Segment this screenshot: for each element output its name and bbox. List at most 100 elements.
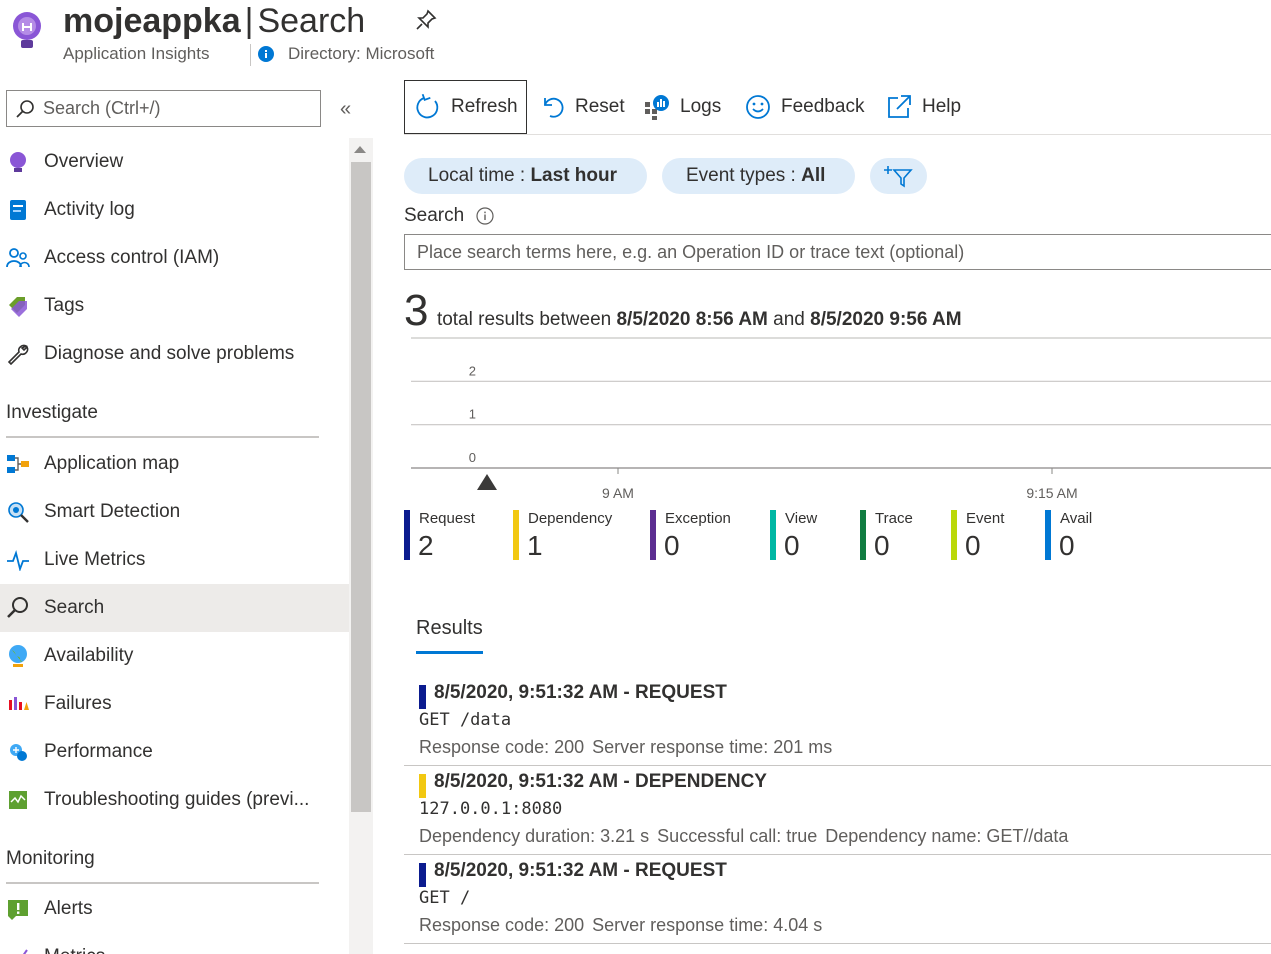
result-detail: Successful call: true xyxy=(657,826,818,846)
results-summary: 3 total results between 8/5/2020 8:56 AM… xyxy=(404,286,962,336)
legend-color-bar xyxy=(404,510,410,560)
info-icon[interactable] xyxy=(476,207,494,225)
legend-count: 0 xyxy=(965,530,981,561)
group-divider xyxy=(6,436,319,438)
failures-icon xyxy=(6,692,30,716)
globe-icon xyxy=(6,644,30,668)
title-separator: | xyxy=(244,2,254,40)
refresh-button[interactable]: Refresh xyxy=(404,80,527,134)
result-target: GET /data xyxy=(419,710,512,730)
sidebar-item-performance[interactable]: Performance xyxy=(0,728,349,776)
undo-icon xyxy=(544,97,564,118)
legend-label: Avail xyxy=(1060,510,1093,527)
sidebar-item-label: Metrics xyxy=(44,946,105,954)
sidebar-item-diagnose[interactable]: Diagnose and solve problems xyxy=(0,330,349,378)
tab-results-underline xyxy=(416,651,483,654)
sidebar-item-metrics[interactable]: Metrics xyxy=(0,933,349,954)
time-marker-icon xyxy=(477,474,497,490)
refresh-icon xyxy=(416,94,439,119)
metrics-icon xyxy=(6,945,30,954)
search-label: Search xyxy=(404,205,465,226)
sidebar-item-access-control[interactable]: Access control (IAM) xyxy=(0,234,349,282)
y-tick-label: 3 xyxy=(469,334,476,335)
legend-color-bar xyxy=(770,510,776,560)
result-target: GET / xyxy=(419,888,471,908)
results-count: 3 xyxy=(404,286,429,335)
sidebar-item-live-metrics[interactable]: Live Metrics xyxy=(0,536,349,584)
collapse-sidebar-button[interactable]: « xyxy=(340,98,360,120)
logs-button[interactable]: Logs xyxy=(644,80,721,134)
tab-results[interactable]: Results xyxy=(416,617,483,640)
legend-count: 1 xyxy=(527,530,543,561)
add-filter-icon xyxy=(883,166,913,188)
legend-color-bar xyxy=(650,510,656,560)
sidebar-item-troubleshooting-guides[interactable]: Troubleshooting guides (previ... xyxy=(0,776,349,824)
search-terms-input[interactable] xyxy=(404,234,1271,270)
result-divider xyxy=(404,765,1271,766)
sidebar-item-label: Application map xyxy=(44,453,180,474)
sidebar-search-placeholder: Search (Ctrl+/) xyxy=(43,98,161,118)
scroll-thumb[interactable] xyxy=(351,162,371,812)
add-filter-button[interactable] xyxy=(870,158,927,194)
legend-color-bar xyxy=(951,510,957,560)
result-detail: Dependency duration: 3.21 s xyxy=(419,826,650,846)
wrench-icon xyxy=(6,342,30,366)
result-detail: Server response time: 201 ms xyxy=(592,737,833,757)
reset-button[interactable]: Reset xyxy=(539,80,625,134)
y-tick-label: 2 xyxy=(469,363,476,378)
sidebar-item-tags[interactable]: Tags xyxy=(0,282,349,330)
sidebar-item-smart-detection[interactable]: Smart Detection xyxy=(0,488,349,536)
sidebar-scrollbar[interactable] xyxy=(349,138,373,954)
performance-icon xyxy=(6,740,30,764)
sidebar-item-alerts[interactable]: Alerts xyxy=(0,885,349,933)
sidebar-item-application-map[interactable]: Application map xyxy=(0,440,349,488)
legend-count: 0 xyxy=(664,530,680,561)
legend-color-bar xyxy=(513,510,519,560)
filter-colon: : xyxy=(514,165,531,186)
result-divider xyxy=(404,854,1271,855)
results-histogram-chart: 3 2 1 0 9 AM 9:15 AM xyxy=(411,334,1271,501)
x-tick-label: 9 AM xyxy=(602,485,634,501)
y-tick-label: 0 xyxy=(469,450,476,465)
logs-icon xyxy=(645,95,669,120)
legend-label: Dependency xyxy=(528,510,613,527)
legend-label: Request xyxy=(419,510,475,527)
activity-log-icon xyxy=(6,198,30,222)
result-detail: Dependency name: GET//data xyxy=(825,826,1069,846)
search-icon xyxy=(6,596,30,620)
sidebar-item-availability[interactable]: Availability xyxy=(0,632,349,680)
sidebar-item-label: Search xyxy=(44,597,105,618)
group-header-monitoring: Monitoring xyxy=(6,848,95,869)
scroll-up-arrow-icon[interactable] xyxy=(354,146,366,153)
time-range-filter[interactable]: Local time : Last hour xyxy=(404,158,647,194)
legend-count: 0 xyxy=(874,530,890,561)
smart-detection-icon xyxy=(6,500,30,524)
directory-label: Directory: Microsoft xyxy=(288,44,435,63)
sidebar-item-label: Diagnose and solve problems xyxy=(44,343,295,364)
legend-color-bar xyxy=(860,510,866,560)
events-filter-value: All xyxy=(801,165,826,186)
help-label: Help xyxy=(922,96,962,117)
event-types-filter[interactable]: Event types : All xyxy=(662,158,855,194)
sidebar-search-input[interactable]: Search (Ctrl+/) xyxy=(6,90,321,127)
legend-label: Event xyxy=(966,510,1005,527)
legend-label: View xyxy=(785,510,818,527)
sidebar-item-failures[interactable]: Failures xyxy=(0,680,349,728)
result-details: Response code: 200 Server response time: … xyxy=(419,737,840,758)
sidebar-item-overview[interactable]: Overview xyxy=(0,138,349,186)
resource-type: Application Insights xyxy=(63,44,210,63)
result-details: Dependency duration: 3.21 s Successful ca… xyxy=(419,826,1076,847)
blade-title: Search xyxy=(257,2,366,40)
sidebar-item-label: Failures xyxy=(44,693,112,714)
group-header-investigate: Investigate xyxy=(6,402,98,423)
sidebar-item-activity-log[interactable]: Activity log xyxy=(0,186,349,234)
sidebar-item-search[interactable]: Search xyxy=(0,584,349,632)
feedback-button[interactable]: Feedback xyxy=(745,80,864,134)
help-button[interactable]: Help xyxy=(886,80,961,134)
result-divider xyxy=(404,943,1271,944)
result-type-color-bar xyxy=(419,863,426,887)
time-filter-key: Local time xyxy=(428,165,515,186)
sidebar-item-label: Tags xyxy=(44,295,85,316)
legend-count: 2 xyxy=(418,530,434,561)
pin-icon[interactable] xyxy=(414,8,438,32)
